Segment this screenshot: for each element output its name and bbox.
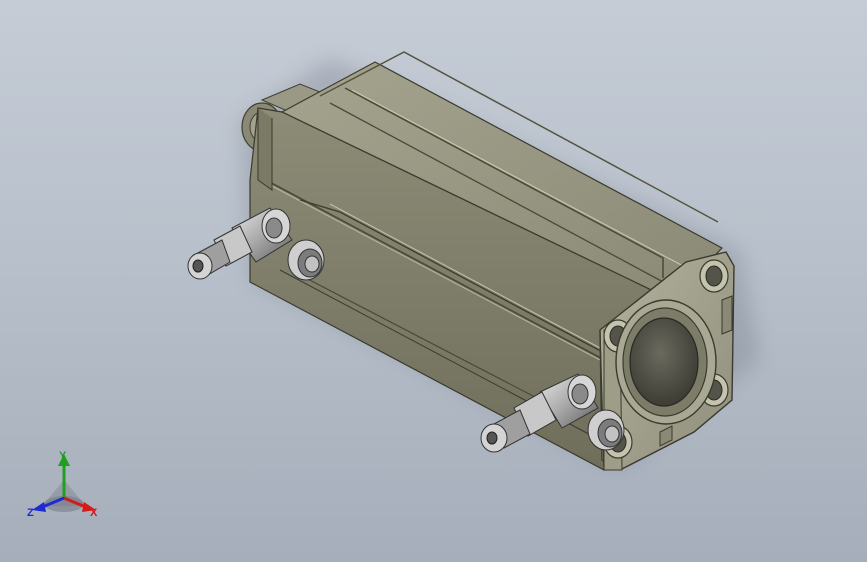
piston-bore[interactable] (615, 299, 717, 425)
head-tab-top (721, 295, 733, 335)
z-axis-arrow (32, 502, 46, 512)
y-axis-label: Y (59, 450, 67, 462)
cap-seam (257, 108, 273, 191)
orientation-triad[interactable]: Y X Z (24, 448, 104, 526)
graphics-viewport[interactable]: Y X Z (0, 0, 867, 562)
mount-hole-top-right[interactable] (699, 259, 729, 293)
x-axis-label: X (90, 507, 98, 519)
cylinder-model[interactable] (0, 0, 867, 562)
z-axis-label: Z (27, 507, 34, 519)
